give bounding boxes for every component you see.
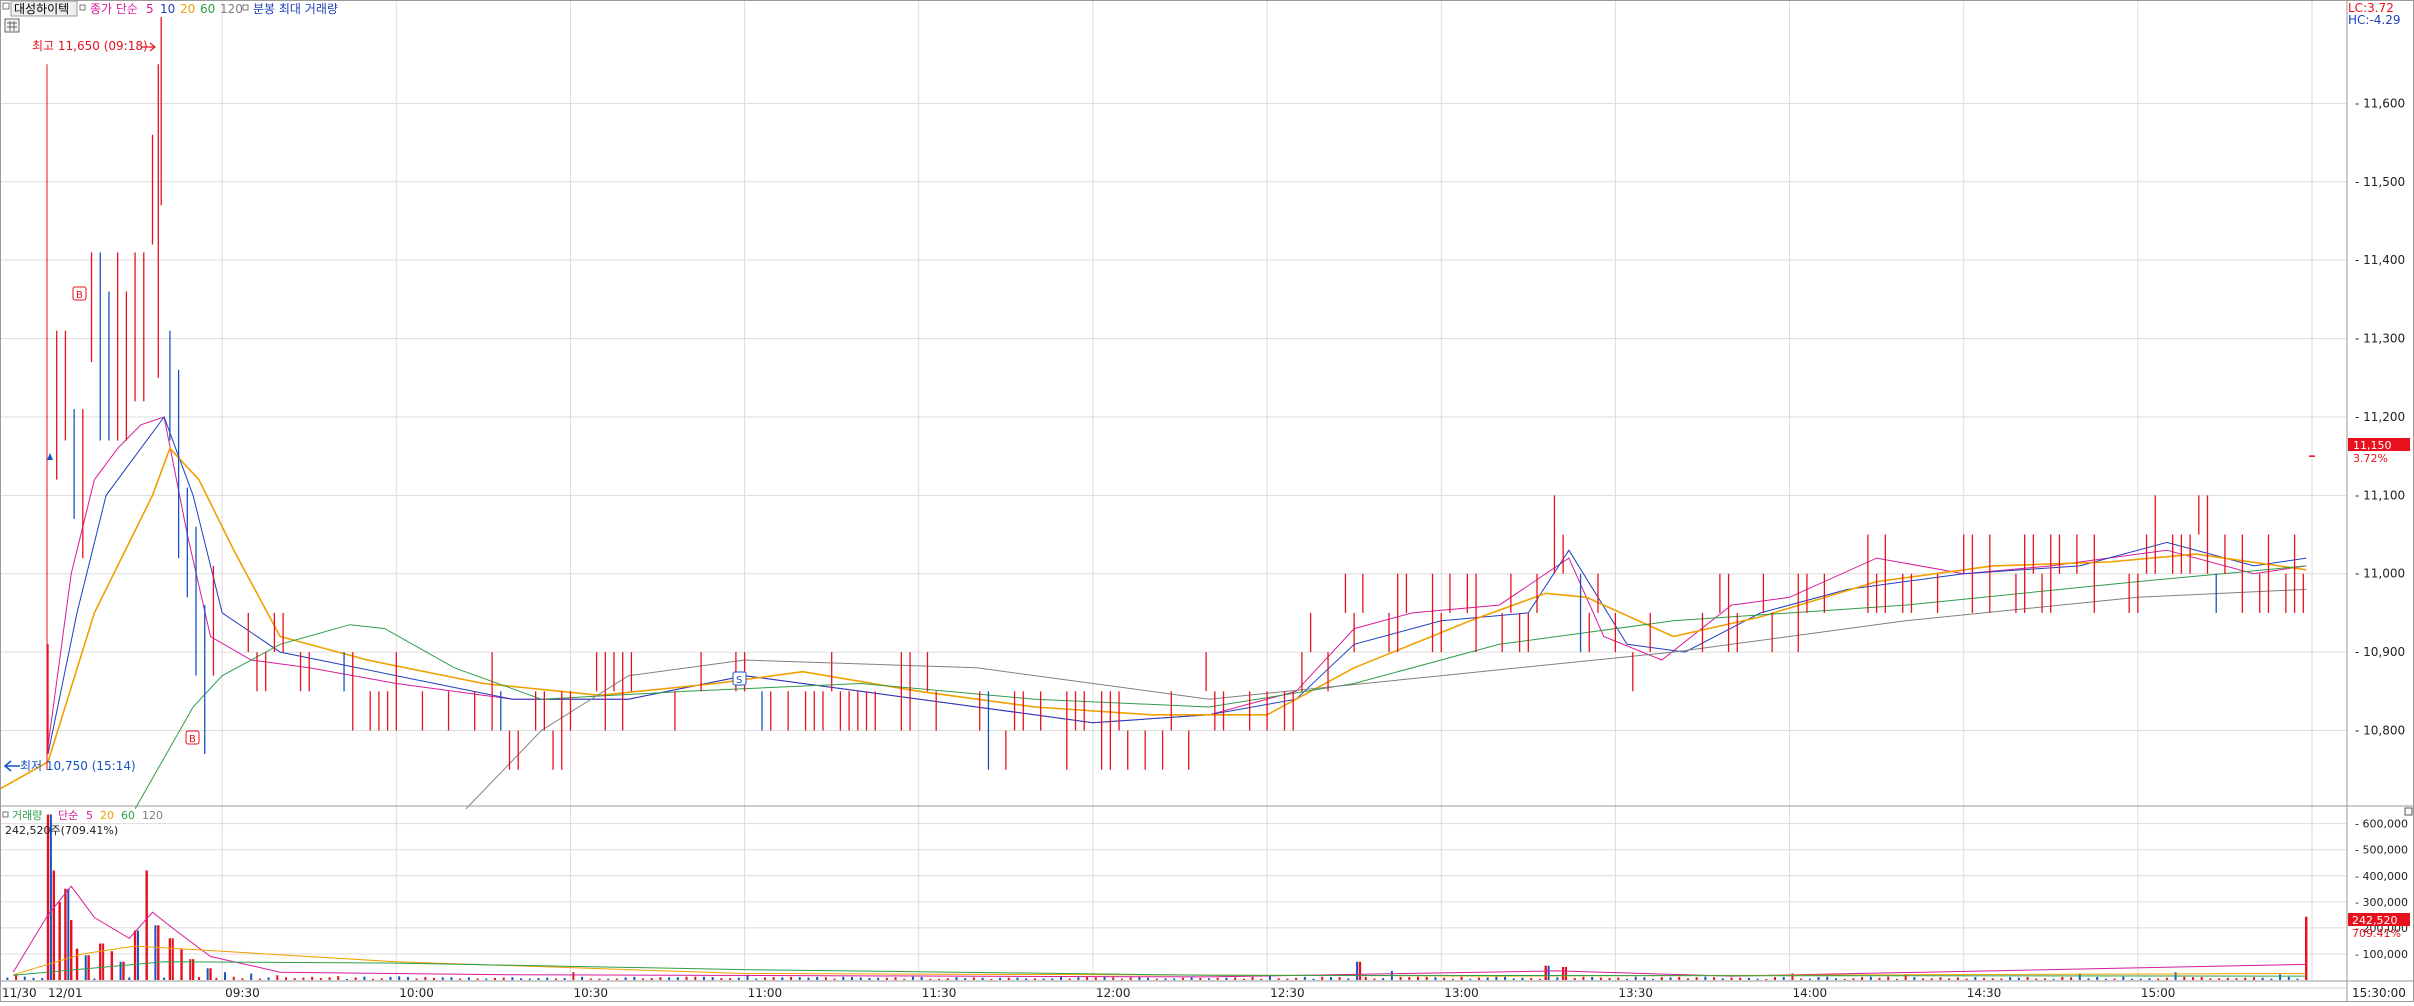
buy-marker: B [72, 286, 87, 301]
price-tick-label: - 11,500 [2355, 175, 2405, 189]
stock-chart: - 10,800 - 10,900 - 11,000 - 11,100 - 11,200… [0, 0, 2414, 1002]
price-tick-label: - 10,900 [2355, 645, 2405, 659]
current-volume-pct: 709.41% [2352, 927, 2401, 940]
volume-tick-label: - 500,000 [2355, 844, 2408, 857]
volume-tick-label: - 300,000 [2355, 896, 2408, 909]
legend-toggle-icon[interactable] [2, 2, 10, 10]
sell-marker-label: S [736, 675, 742, 686]
volume-tick-label: - 600,000 [2355, 818, 2408, 831]
ma-period-60: 60 [200, 2, 215, 16]
buy-marker-label: B [76, 290, 83, 301]
time-tick-label: 15:30:00 [2352, 986, 2406, 1000]
grid-view-icon[interactable] [4, 18, 20, 33]
volume-ma-60: 60 [121, 809, 135, 822]
price-tick-label: - 10,800 [2355, 724, 2405, 738]
volume-tick-label: - 400,000 [2355, 870, 2408, 883]
ma-period-20: 20 [180, 2, 195, 16]
volume-tick-label: - 100,000 [2355, 948, 2408, 961]
chart-background [0, 0, 2414, 1002]
sell-marker: S [732, 671, 747, 686]
panel-resize-icon[interactable] [2404, 807, 2413, 816]
hc-readout: HC:-4.29 [2348, 13, 2401, 27]
price-tick-label: - 11,200 [2355, 410, 2405, 424]
ma-period-120: 120 [220, 2, 243, 16]
ma-toggle-icon[interactable] [79, 4, 86, 11]
ma-period-5: 5 [146, 2, 154, 16]
high-annotation: 최고 11,650 (09:18) [32, 39, 148, 53]
current-price-pct: 3.72% [2353, 452, 2388, 465]
volume-title: 거래량 [12, 809, 42, 822]
volume-ma-20: 20 [100, 809, 114, 822]
stock-name: 대성하이텍 [14, 2, 69, 16]
ma-label: 종가 단순 [90, 2, 138, 16]
ma-period-10: 10 [160, 2, 175, 16]
price-tick-label: - 11,600 [2355, 96, 2405, 110]
low-annotation: 최저 10,750 (15:14) [20, 759, 136, 773]
volume-ma-label: 단순 [58, 809, 78, 822]
current-price: 11,150 [2353, 439, 2392, 452]
price-tick-label: - 11,400 [2355, 253, 2405, 267]
buy-marker-2: B [185, 730, 200, 745]
volume-ma-5: 5 [86, 809, 93, 822]
current-volume: 242,520 [2352, 914, 2398, 927]
current-volume-badge: 242,520 709.41% [2348, 913, 2410, 940]
price-tick-label: - 11,300 [2355, 332, 2405, 346]
chart-mode-label: 분봉 최대 거래량 [253, 2, 338, 16]
buy-marker-label: B [189, 734, 196, 745]
mode-toggle-icon[interactable] [242, 4, 249, 11]
price-tick-label: - 11,000 [2355, 567, 2405, 581]
volume-toggle-icon[interactable] [2, 811, 9, 818]
price-tick-label: - 11,100 [2355, 488, 2405, 502]
chart-canvas: - 10,800 - 10,900 - 11,000 - 11,100 - 11,200… [0, 0, 2414, 1002]
volume-summary: 242,520주(709.41%) [5, 824, 118, 837]
volume-ma-120: 120 [142, 809, 163, 822]
